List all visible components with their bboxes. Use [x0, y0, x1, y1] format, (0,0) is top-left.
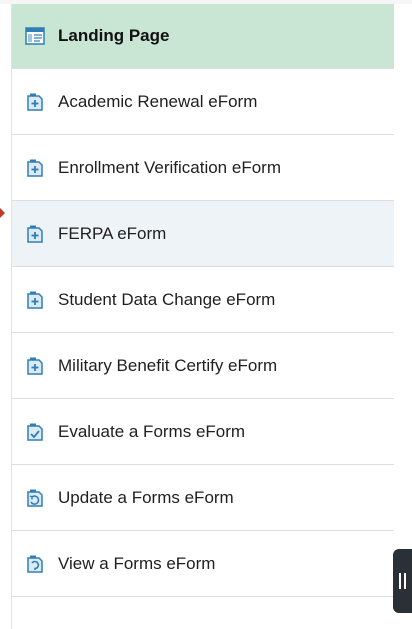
- page: Landing Page Academic Renewal eForm Enro…: [0, 0, 412, 629]
- nav-item-label: FERPA eForm: [58, 223, 167, 243]
- nav-item-update-forms[interactable]: Update a Forms eForm: [12, 465, 394, 531]
- collapse-panel-handle[interactable]: [393, 549, 412, 613]
- nav-item-label: Landing Page: [58, 26, 170, 45]
- add-form-icon: [25, 356, 45, 376]
- drag-handle-icon: [399, 573, 406, 589]
- nav-item-enrollment-verification[interactable]: Enrollment Verification eForm: [12, 135, 394, 201]
- nav-item-label: Academic Renewal eForm: [58, 91, 258, 111]
- add-form-icon: [25, 158, 45, 178]
- add-form-icon: [25, 92, 45, 112]
- sidebar-nav: Landing Page Academic Renewal eForm Enro…: [11, 4, 394, 629]
- nav-item-label: Update a Forms eForm: [58, 487, 234, 507]
- nav-item-label: Evaluate a Forms eForm: [58, 421, 246, 441]
- update-form-icon: [25, 488, 45, 508]
- nav-item-label: View a Forms eForm: [58, 553, 216, 573]
- nav-item-evaluate-forms[interactable]: Evaluate a Forms eForm: [12, 399, 394, 465]
- nav-item-label: Enrollment Verification eForm: [58, 157, 281, 177]
- nav-item-label: Student Data Change eForm: [58, 289, 276, 309]
- nav-item-student-data-change[interactable]: Student Data Change eForm: [12, 267, 394, 333]
- pointer-arrow-icon: [0, 208, 5, 218]
- evaluate-form-icon: [25, 422, 45, 442]
- nav-item-ferpa[interactable]: FERPA eForm: [12, 201, 394, 267]
- nav-item-label: Military Benefit Certify eForm: [58, 355, 278, 375]
- add-form-icon: [25, 290, 45, 310]
- nav-item-landing-page[interactable]: Landing Page: [12, 4, 394, 69]
- nav-item-view-forms[interactable]: View a Forms eForm: [12, 531, 394, 597]
- nav-item-academic-renewal[interactable]: Academic Renewal eForm: [12, 69, 394, 135]
- nav-item-military-benefit-certify[interactable]: Military Benefit Certify eForm: [12, 333, 394, 399]
- view-form-icon: [25, 554, 45, 574]
- add-form-icon: [25, 224, 45, 244]
- landing-page-icon: [25, 26, 45, 46]
